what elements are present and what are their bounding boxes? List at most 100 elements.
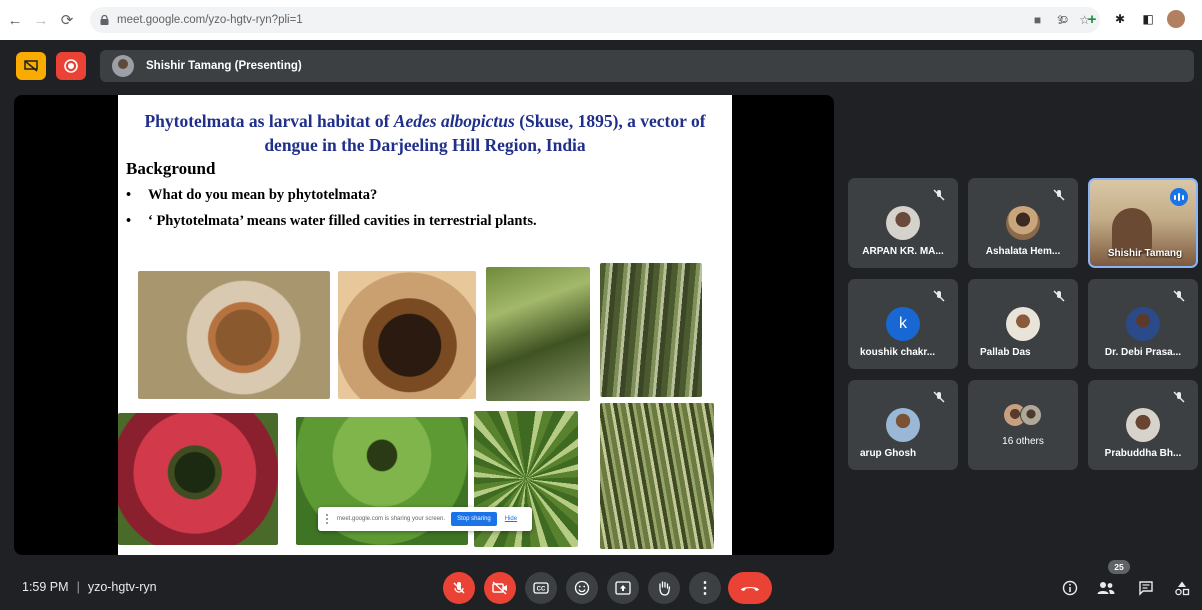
participant-name: Pallab Das xyxy=(980,347,1031,358)
end-call-icon xyxy=(741,587,759,591)
avatar-group xyxy=(1004,404,1044,426)
leave-call-button[interactable] xyxy=(728,572,772,604)
share-notice-text: meet.google.com is sharing your screen. xyxy=(337,516,446,522)
participant-name: ARPAN KR. MA... xyxy=(862,246,944,257)
others-count: 16 others xyxy=(1002,436,1044,447)
photo-bamboo-grove xyxy=(600,263,702,397)
presenter-avatar xyxy=(112,55,134,77)
extension-plus-icon[interactable]: + xyxy=(1083,10,1101,28)
avatar: k xyxy=(886,307,920,341)
forward-icon[interactable]: → xyxy=(30,9,52,31)
raise-hand-button[interactable] xyxy=(648,572,680,604)
stop-presenting-button[interactable] xyxy=(56,52,86,80)
camera-toggle-button[interactable] xyxy=(484,572,516,604)
profile-avatar-icon[interactable] xyxy=(1167,10,1185,28)
chat-button[interactable] xyxy=(1136,578,1156,598)
stop-sharing-button[interactable]: Stop sharing xyxy=(451,512,497,526)
activities-button[interactable] xyxy=(1172,578,1192,598)
presenter-chip: Shishir Tamang (Presenting) xyxy=(100,50,1194,82)
participant-name: Prabuddha Bh... xyxy=(1104,448,1182,459)
people-icon xyxy=(1097,582,1115,594)
participant-name: arup Ghosh xyxy=(860,448,917,459)
screen-share-notification: meet.google.com is sharing your screen. … xyxy=(318,507,532,531)
url-text: meet.google.com/yzo-hgtv-ryn?pli=1 xyxy=(117,14,303,26)
avatar xyxy=(886,408,920,442)
avatar xyxy=(1006,206,1040,240)
slide-title: Phytotelmata as larval habitat of Aedes … xyxy=(144,111,706,155)
chat-icon xyxy=(1139,581,1153,596)
participant-tile[interactable]: arup Ghosh xyxy=(848,380,958,470)
browser-toolbar: ← → ⟳ meet.google.com/yzo-hgtv-ryn?pli=1… xyxy=(0,0,1202,40)
participant-tile[interactable]: k koushik chakr... xyxy=(848,279,958,369)
meeting-time: 1:59 PM xyxy=(22,580,69,594)
presentation-topbar: Shishir Tamang (Presenting) xyxy=(8,48,1194,82)
present-screen-icon xyxy=(615,581,631,595)
avatar xyxy=(1006,307,1040,341)
svg-text:CC: CC xyxy=(537,587,546,593)
reload-icon[interactable]: ⟳ xyxy=(56,9,78,31)
participant-tile-active-speaker[interactable]: Shishir Tamang xyxy=(1088,178,1198,268)
info-icon xyxy=(1062,580,1078,596)
hide-link[interactable]: Hide xyxy=(505,516,517,522)
drag-handle-icon[interactable] xyxy=(326,514,331,524)
participant-tile[interactable]: Ashalata Hem... xyxy=(968,178,1078,268)
extension-face-icon[interactable]: ☺ xyxy=(1055,10,1073,28)
meeting-controls-bar: 1:59 PM | yzo-hgtv-ryn CC ⋮ xyxy=(0,566,1202,610)
participant-tile[interactable]: Dr. Debi Prasa... xyxy=(1088,279,1198,369)
avatar xyxy=(886,206,920,240)
participant-name: Ashalata Hem... xyxy=(985,246,1061,257)
address-bar[interactable]: meet.google.com/yzo-hgtv-ryn?pli=1 ■ ⇪ ☆ xyxy=(90,7,1100,33)
screen-off-icon xyxy=(24,60,38,72)
avatar xyxy=(1126,307,1160,341)
more-vert-icon: ⋮ xyxy=(697,580,713,597)
reactions-button[interactable] xyxy=(566,572,598,604)
slide-bullet: • What do you mean by phytotelmata? xyxy=(126,187,378,203)
speaking-indicator-icon xyxy=(1170,188,1188,206)
photo-bromeliad xyxy=(118,413,278,545)
meeting-info: 1:59 PM | yzo-hgtv-ryn xyxy=(22,580,157,594)
participant-tile[interactable]: ARPAN KR. MA... xyxy=(848,178,958,268)
photo-leaf-axil xyxy=(486,267,590,401)
photo-bamboo-stump xyxy=(138,271,330,399)
presentation-minimize-button[interactable] xyxy=(16,52,46,80)
presenter-label: Shishir Tamang (Presenting) xyxy=(146,60,302,72)
mic-off-icon xyxy=(1173,391,1185,403)
participant-name: Shishir Tamang xyxy=(1107,248,1183,259)
captions-icon: CC xyxy=(533,582,549,594)
emoji-icon xyxy=(574,580,590,596)
separator: | xyxy=(76,580,80,594)
record-icon xyxy=(64,59,78,73)
participant-count-badge: 25 xyxy=(1108,560,1130,574)
extensions-puzzle-icon[interactable]: ✱ xyxy=(1111,10,1129,28)
activities-shapes-icon xyxy=(1175,581,1190,596)
avatar xyxy=(1126,408,1160,442)
side-panel-icon[interactable]: ◧ xyxy=(1139,10,1157,28)
photo-larvae-cavity xyxy=(338,271,476,399)
browser-menu-icon[interactable]: ⋮ xyxy=(1195,10,1202,28)
mic-off-icon xyxy=(1053,189,1065,201)
present-now-button[interactable] xyxy=(607,572,639,604)
mic-off-icon xyxy=(933,290,945,302)
mic-toggle-button[interactable] xyxy=(443,572,475,604)
slide-bullet: • ‘ Phytotelmata’ means water filled cavi… xyxy=(126,213,537,229)
mic-off-icon xyxy=(933,391,945,403)
hand-icon xyxy=(659,581,671,596)
slide-heading: Background xyxy=(126,159,216,178)
mic-off-icon xyxy=(1053,290,1065,302)
camera-off-icon xyxy=(492,581,507,595)
people-button[interactable] xyxy=(1096,578,1116,598)
captions-button[interactable]: CC xyxy=(525,572,557,604)
mic-off-icon xyxy=(453,582,465,594)
back-icon[interactable]: ← xyxy=(4,9,26,31)
camera-in-use-icon[interactable]: ■ xyxy=(1034,13,1041,27)
more-options-button[interactable]: ⋮ xyxy=(689,572,721,604)
participant-name: Dr. Debi Prasa... xyxy=(1104,347,1182,358)
mic-off-icon xyxy=(1173,290,1185,302)
participant-tile[interactable]: Pallab Das xyxy=(968,279,1078,369)
participant-tile[interactable]: Prabuddha Bh... xyxy=(1088,380,1198,470)
meeting-details-button[interactable] xyxy=(1060,578,1080,598)
photo-reed-clump xyxy=(600,403,714,549)
participant-tile-others[interactable]: 16 others xyxy=(968,380,1078,470)
participant-name: koushik chakr... xyxy=(860,347,936,358)
presentation-slide: Phytotelmata as larval habitat of Aedes … xyxy=(118,95,732,555)
